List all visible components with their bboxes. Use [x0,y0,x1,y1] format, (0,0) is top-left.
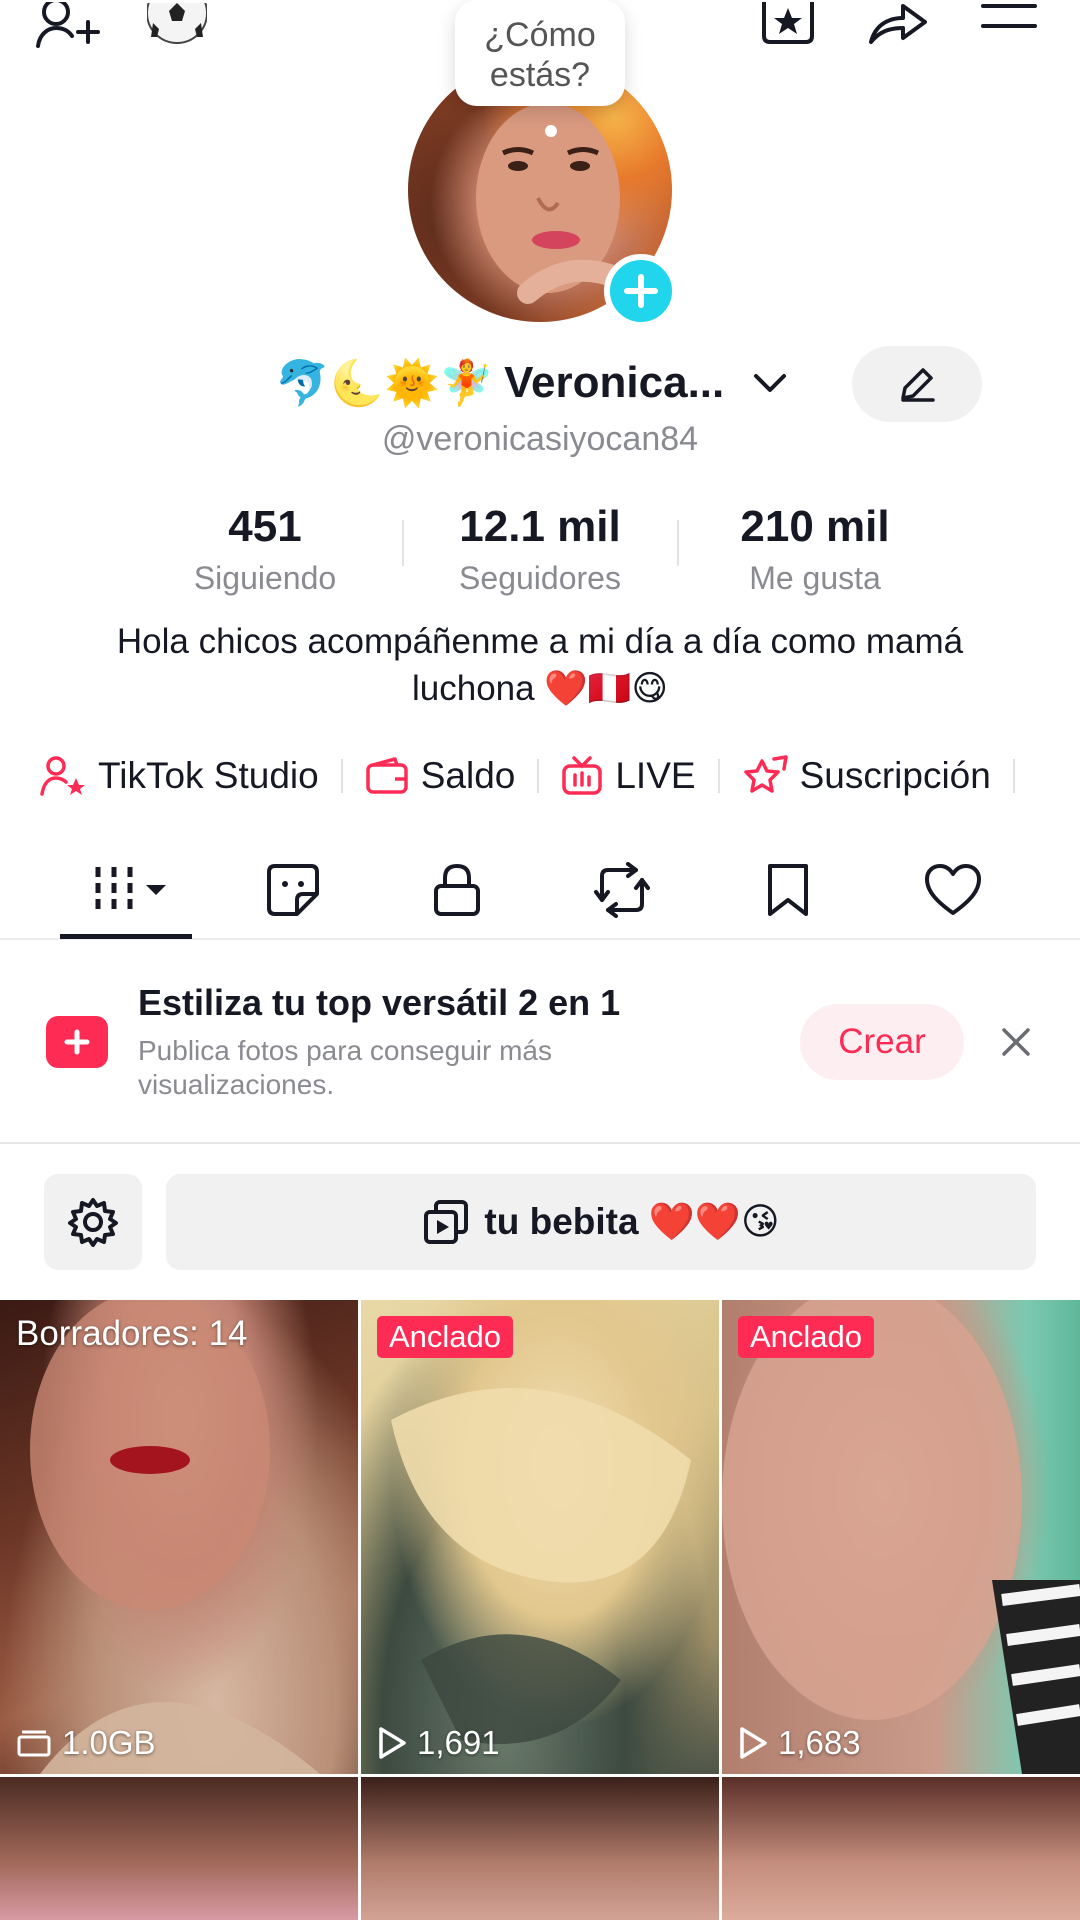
video-tile-pinned-1[interactable]: Anclado 1,691 [361,1300,719,1774]
promo-create-button[interactable]: Crear [800,1004,964,1080]
folder-icon [17,1730,51,1757]
stat-following[interactable]: 451 Siguiendo [135,500,395,598]
stat-followers-value: 12.1 mil [459,502,621,551]
tool-divider [340,759,343,793]
playlist-settings-button[interactable] [44,1174,142,1270]
drafts-thumbnail-illustration [30,1300,320,1774]
tool-divider [1012,759,1015,793]
favorites-button[interactable] [753,0,823,50]
add-story-button[interactable] [604,254,678,328]
tab-saved[interactable] [733,858,843,922]
tab-liked[interactable] [898,858,1008,922]
drafts-label: Borradores: 14 [16,1314,248,1353]
gear-icon [68,1198,118,1247]
mood-bubble-text: ¿Cómo estás? [484,16,596,94]
playlist-button[interactable]: tu bebita ❤️❤️😘 [166,1174,1036,1270]
bookmark-icon [768,864,808,916]
menu-button[interactable] [974,0,1044,50]
content-tabs [0,850,1080,940]
tab-private[interactable] [402,858,512,922]
pencil-icon [901,368,935,402]
drafts-size-value: 1.0GB [62,1724,156,1761]
person-star-icon [40,756,85,796]
tool-tiktok-studio-label: TikTok Studio [98,755,319,796]
name-emojis: 🐬🌜🌞🧚 [275,358,495,409]
soccer-ball-glyph [147,3,207,44]
soccer-ball-icon[interactable] [142,0,212,50]
add-friend-button[interactable] [32,0,102,50]
mood-bubble[interactable]: ¿Cómo estás? [455,0,625,106]
view-count-value: 1,691 [417,1724,500,1761]
lock-icon [434,863,480,916]
promo-subtitle: Publica fotos para conseguir más visuali… [138,1035,552,1100]
grid-videos-icon [95,867,166,913]
stat-divider [677,520,679,566]
heart-icon [925,864,981,915]
add-person-icon [36,2,100,48]
star-box-icon [762,2,814,44]
stat-following-value: 451 [228,502,302,551]
playlist-icon [424,1200,469,1244]
username: @veronicasiyocan84 [381,420,699,458]
stat-followers-label: Seguidores [459,560,621,596]
promo-close-button[interactable] [996,1022,1036,1062]
stat-likes-label: Me gusta [749,560,881,596]
playlist-label: tu bebita ❤️❤️😘 [484,1201,780,1242]
edit-profile-button[interactable] [852,346,982,422]
mood-bubble-dot [545,125,557,137]
plus-icon [624,274,658,308]
tab-reposts[interactable] [567,858,677,922]
video-tile-pinned-2[interactable]: Anclado 1,683 [722,1300,1080,1774]
tool-live-label: LIVE [615,755,696,796]
promo-camera-icon [46,1016,108,1068]
view-count-value: 1,683 [778,1724,861,1761]
video-tile[interactable] [361,1777,719,1920]
tool-divider [717,759,720,793]
tool-tiktok-studio[interactable]: TikTok Studio [40,755,319,797]
wallet-icon [365,757,408,794]
food-thumbnail-illustration [391,1388,691,1744]
tool-subscription[interactable]: Suscripción [742,755,991,797]
video-tile[interactable] [0,1777,358,1920]
stat-followers[interactable]: 12.1 mil Seguidores [410,500,670,598]
pinned-badge: Anclado [738,1316,875,1358]
creator-tools-row: TikTok Studio Saldo LIVE Suscripción [40,748,1037,804]
pinned-badge: Anclado [377,1316,514,1358]
promo-title: Estiliza tu top versátil 2 en 1 [138,982,621,1023]
play-icon [740,1727,767,1759]
display-name: Veronica... [504,358,725,407]
stat-likes[interactable]: 210 mil Me gusta [685,500,945,598]
drafts-size: 1.0GB [16,1724,156,1762]
section-divider [0,1142,1080,1144]
view-count: 1,691 [377,1724,500,1762]
sticker-face-icon [267,864,319,916]
active-tab-indicator [60,934,192,939]
stat-following-label: Siguiendo [193,560,337,596]
tool-saldo-label: Saldo [420,755,516,796]
video-tile-drafts[interactable]: Borradores: 14 1.0GB [0,1300,358,1774]
tool-subscription-label: Suscripción [799,755,991,796]
share-arrow-icon [869,4,927,44]
play-icon [379,1727,406,1759]
video-tile[interactable] [722,1777,1080,1920]
tab-stickers[interactable] [238,858,348,922]
tool-saldo[interactable]: Saldo [365,755,516,797]
plus-icon [64,1029,90,1055]
close-icon [1002,1028,1030,1056]
selfie-thumbnail-illustration [722,1300,1080,1774]
share-button[interactable] [862,0,932,50]
repost-icon [594,862,650,918]
view-count: 1,683 [738,1724,861,1762]
star-badge-icon [743,755,788,793]
name-row[interactable]: 🐬🌜🌞🧚 Veronica... [275,352,788,414]
stat-divider [402,520,404,566]
tool-divider [537,759,540,793]
tab-videos[interactable] [70,858,180,922]
tool-live[interactable]: LIVE [561,755,696,797]
hamburger-icon [981,4,1037,28]
chevron-down-icon [754,374,787,392]
tv-icon [562,756,603,795]
profile-bio: Hola chicos acompáñenme a mi día a día c… [116,622,964,708]
stat-likes-value: 210 mil [740,502,890,551]
